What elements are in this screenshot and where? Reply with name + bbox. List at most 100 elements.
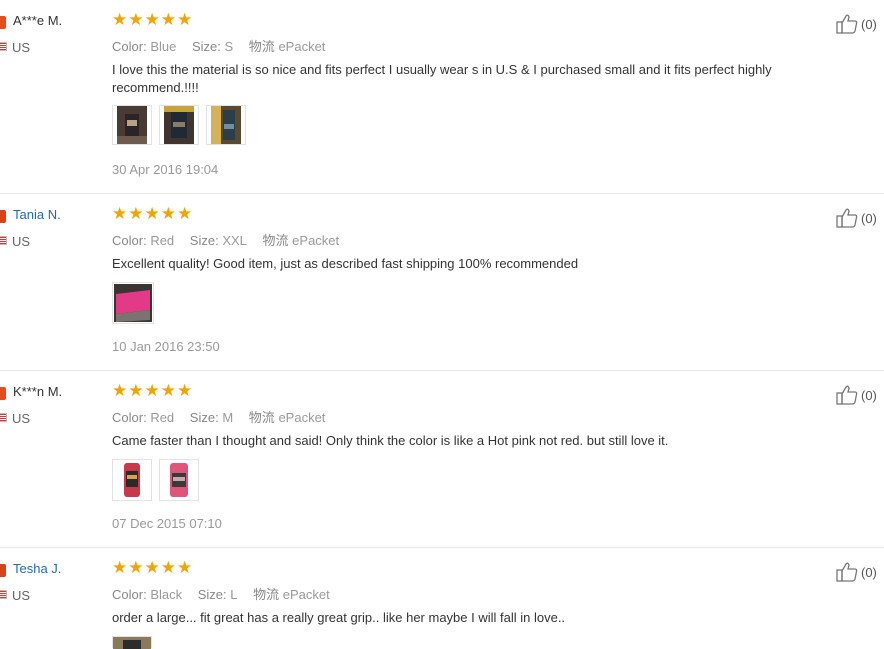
star-rating: ★ ★ ★ ★ ★	[112, 381, 193, 400]
star-icon: ★	[177, 10, 193, 29]
helpful-button[interactable]: (0)	[836, 562, 877, 582]
size-value: M	[222, 410, 234, 425]
review-date: 30 Apr 2016 19:04	[112, 162, 219, 177]
star-icon: ★	[128, 204, 144, 223]
color-label: Color:	[112, 233, 147, 248]
helpful-count: (0)	[861, 210, 877, 226]
star-icon: ★	[177, 558, 193, 577]
review-photo-thumbnail[interactable]	[159, 105, 199, 145]
shipping-value: ePacket	[278, 39, 326, 54]
order-info: Color: Blue Size: S 物流 ePacket	[112, 36, 325, 55]
helpful-count: (0)	[861, 387, 877, 403]
shipping-value: ePacket	[282, 587, 330, 602]
buyer-level-badge	[0, 564, 6, 577]
color-value: Black	[150, 587, 183, 602]
photo-image	[211, 106, 241, 144]
star-icon: ★	[128, 10, 144, 29]
star-icon: ★	[112, 204, 128, 223]
review-item: A***e M. US ★ ★ ★ ★ ★ Color: Blue Size: S 物流…	[0, 0, 884, 194]
size-value: L	[230, 587, 238, 602]
helpful-count: (0)	[861, 16, 877, 32]
star-icon: ★	[177, 381, 193, 400]
star-icon: ★	[128, 558, 144, 577]
star-rating: ★ ★ ★ ★ ★	[112, 10, 193, 29]
review-text: order a large... fit great has a really …	[112, 610, 566, 625]
review-photo-thumbnail[interactable]	[112, 282, 154, 324]
reviewer-name: K***n M.	[13, 384, 63, 399]
review-item: K***n M. US ★ ★ ★ ★ ★ Color: Red Size: M 物流 …	[0, 371, 884, 548]
photo-image	[164, 106, 194, 144]
shipping-value: ePacket	[292, 233, 340, 248]
shipping-label: 物流	[253, 587, 280, 602]
review-text: Excellent quality! Good item, just as de…	[112, 256, 579, 271]
shipping-label: 物流	[248, 410, 275, 425]
review-photos	[112, 459, 199, 501]
thumbs-up-icon	[836, 14, 858, 34]
star-icon: ★	[160, 381, 176, 400]
review-photo-thumbnail[interactable]	[159, 459, 199, 501]
us-flag-icon	[0, 42, 7, 51]
helpful-button[interactable]: (0)	[836, 385, 877, 405]
size-value: XXL	[222, 233, 247, 248]
reviewer-country: US	[12, 234, 31, 249]
review-photo-thumbnail[interactable]	[112, 459, 152, 501]
color-value: Blue	[150, 39, 177, 54]
star-icon: ★	[144, 558, 160, 577]
order-info: Color: Red Size: XXL 物流 ePacket	[112, 230, 339, 249]
size-label: Size:	[189, 410, 219, 425]
color-value: Red	[150, 410, 175, 425]
reviewer-name[interactable]: Tesha J.	[13, 561, 61, 576]
reviewer-country: US	[12, 588, 31, 603]
star-icon: ★	[112, 381, 128, 400]
photo-image	[114, 284, 152, 322]
shipping-label: 物流	[262, 233, 289, 248]
photo-image	[164, 461, 194, 499]
photo-image	[117, 106, 147, 144]
shipping-label: 物流	[248, 39, 275, 54]
review-photo-thumbnail[interactable]	[112, 105, 152, 145]
star-rating: ★ ★ ★ ★ ★	[112, 204, 193, 223]
helpful-button[interactable]: (0)	[836, 14, 877, 34]
photo-image	[113, 636, 151, 649]
thumbs-up-icon	[836, 562, 858, 582]
review-date: 07 Dec 2015 07:10	[112, 516, 222, 531]
star-icon: ★	[160, 10, 176, 29]
buyer-level-badge	[0, 16, 6, 29]
size-label: Size:	[191, 39, 221, 54]
review-text: I love this the material is so nice and …	[112, 62, 772, 95]
star-rating: ★ ★ ★ ★ ★	[112, 558, 193, 577]
star-icon: ★	[128, 381, 144, 400]
size-label: Size:	[197, 587, 227, 602]
buyer-level-badge	[0, 387, 6, 400]
review-photos	[112, 105, 246, 145]
reviewer-name: A***e M.	[13, 13, 63, 28]
star-icon: ★	[144, 381, 160, 400]
color-label: Color:	[112, 410, 147, 425]
review-item: Tesha J. US ★ ★ ★ ★ ★ Color: Black Size: L 物…	[0, 548, 884, 649]
review-photo-thumbnail[interactable]	[206, 105, 246, 145]
review-item: Tania N. US ★ ★ ★ ★ ★ Color: Red Size: XXL 物…	[0, 194, 884, 371]
review-photos	[112, 636, 152, 649]
thumbs-up-icon	[836, 385, 858, 405]
star-icon: ★	[112, 10, 128, 29]
us-flag-icon	[0, 413, 7, 422]
review-date: 10 Jan 2016 23:50	[112, 339, 220, 354]
helpful-button[interactable]: (0)	[836, 208, 877, 228]
order-info: Color: Black Size: L 物流 ePacket	[112, 584, 330, 603]
us-flag-icon	[0, 236, 7, 245]
reviewer-country: US	[12, 411, 31, 426]
review-photo-thumbnail[interactable]	[112, 636, 152, 649]
color-label: Color:	[112, 587, 147, 602]
star-icon: ★	[144, 10, 160, 29]
size-value: S	[224, 39, 234, 54]
star-icon: ★	[144, 204, 160, 223]
star-icon: ★	[160, 558, 176, 577]
review-text: Came faster than I thought and said! Onl…	[112, 433, 669, 448]
us-flag-icon	[0, 590, 7, 599]
photo-image	[117, 461, 147, 499]
thumbs-up-icon	[836, 208, 858, 228]
reviewer-name[interactable]: Tania N.	[13, 207, 61, 222]
star-icon: ★	[177, 204, 193, 223]
reviewer-country: US	[12, 40, 31, 55]
buyer-level-badge	[0, 210, 6, 223]
